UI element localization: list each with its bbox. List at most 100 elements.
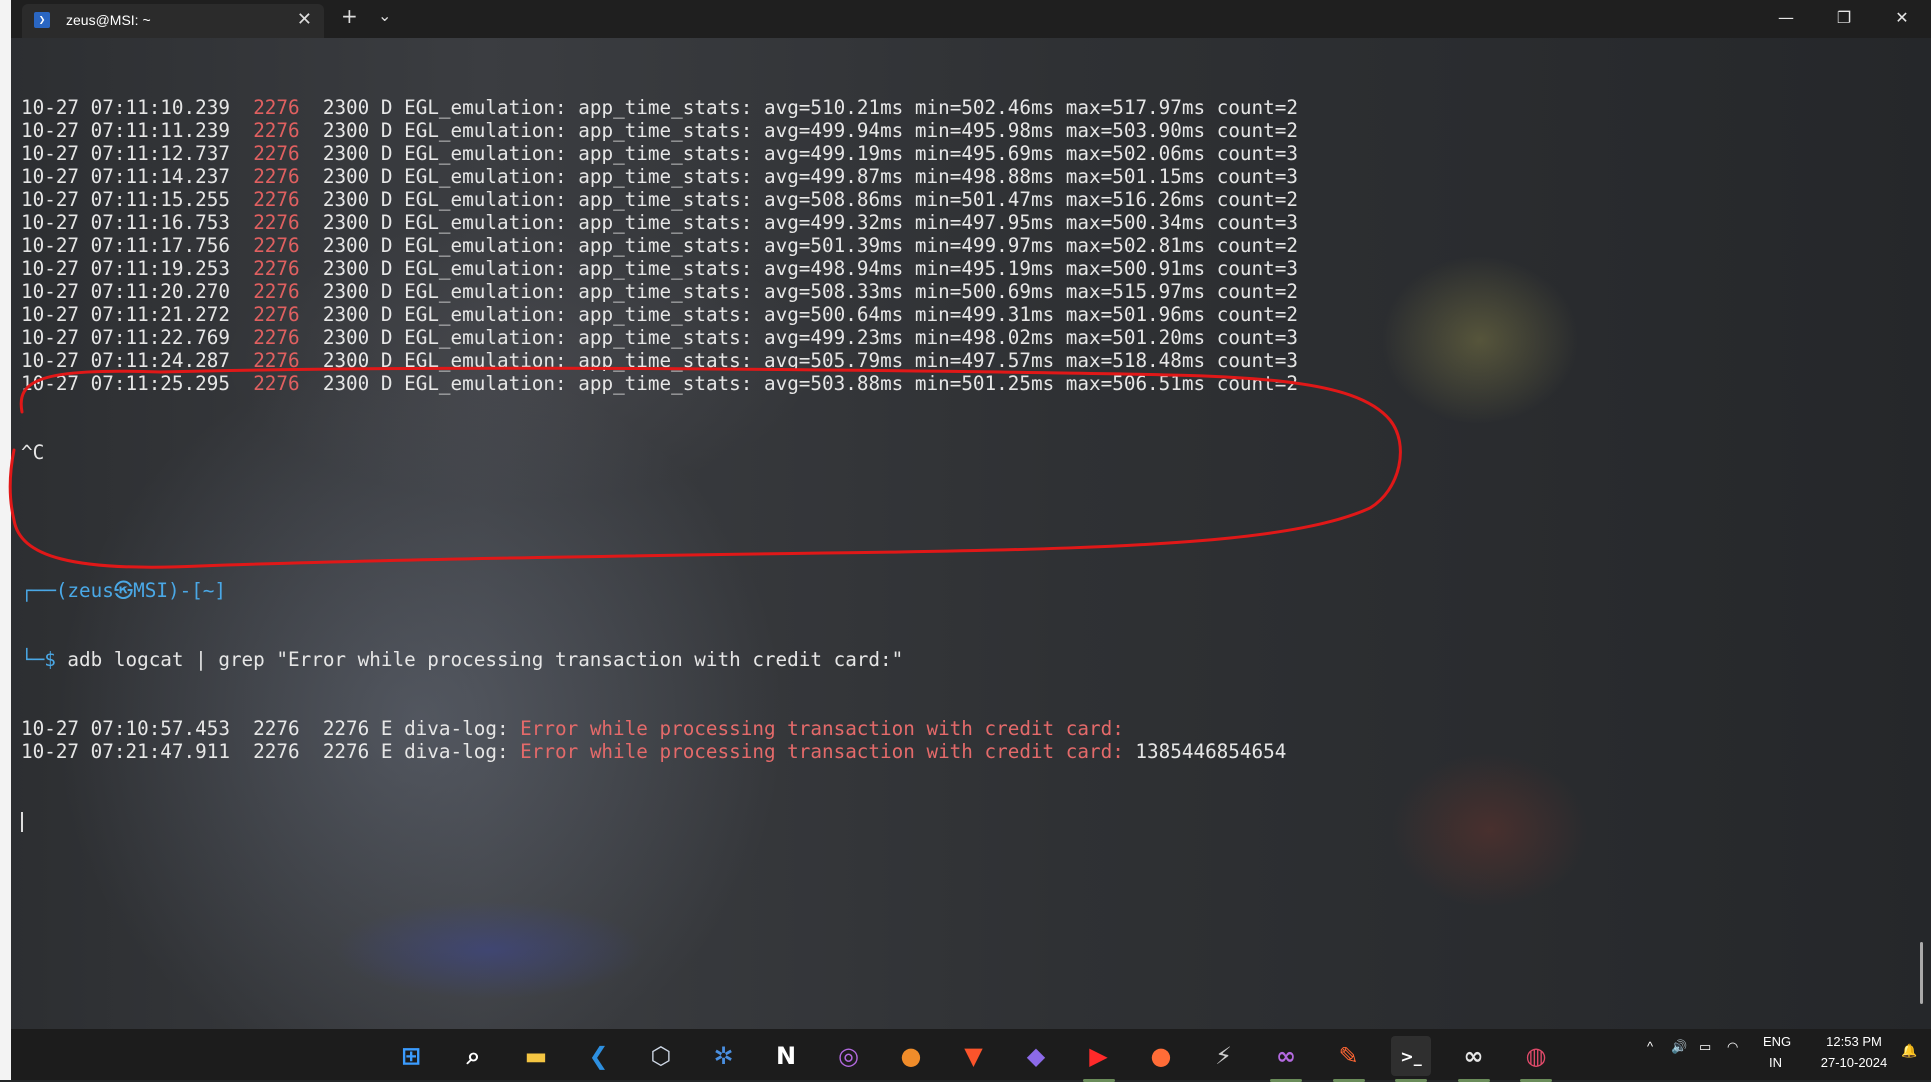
close-window-button[interactable]: ✕	[1879, 0, 1925, 38]
log-tag: EGL_emulation:	[404, 96, 567, 119]
log-time: 07:11:20.270	[90, 280, 230, 303]
log-level: D	[380, 280, 393, 303]
app-terminal2-icon[interactable]: ⚡	[1204, 1036, 1244, 1076]
credit-card-number: 1385446854654	[1123, 740, 1287, 763]
log-msg: app_time_stats: avg=499.23ms min=498.02m…	[578, 326, 1298, 349]
log-msg: app_time_stats: avg=499.19ms min=495.69m…	[578, 142, 1298, 165]
windows-start-icon[interactable]: ⊞	[391, 1036, 431, 1076]
log-line: 10-27 07:11:16.753 2276 2300 D EGL_emula…	[21, 211, 1298, 234]
log-msg: app_time_stats: avg=505.79ms min=497.57m…	[578, 349, 1298, 372]
burp-glyph: ✎	[1338, 1042, 1359, 1070]
app-purple-icon[interactable]: ◎	[829, 1036, 869, 1076]
log-date: 10-27	[21, 142, 80, 165]
terminal-output[interactable]: 10-27 07:11:10.239 2276 2300 D EGL_emula…	[21, 50, 1298, 855]
language-indicator[interactable]: ENG IN	[1763, 1034, 1791, 1070]
log-pid: 2276	[253, 280, 300, 303]
log-time: 07:11:15.255	[90, 188, 230, 211]
terminal-icon[interactable]: >_	[1391, 1036, 1431, 1082]
clock[interactable]: 12:53 PM 27-10-2024	[1814, 1034, 1894, 1070]
postman-icon[interactable]: ●	[1141, 1036, 1181, 1076]
log-tag: EGL_emulation:	[404, 119, 567, 142]
wifi-icon[interactable]: ◠	[1727, 1039, 1738, 1055]
log-msg: app_time_stats: avg=498.94ms min=495.19m…	[578, 257, 1298, 280]
file-explorer-icon[interactable]: ▬	[516, 1036, 556, 1076]
language-code: ENG	[1763, 1034, 1792, 1049]
log-level: D	[380, 303, 393, 326]
youtube-icon[interactable]: ▶	[1079, 1036, 1119, 1082]
vscode-icon[interactable]: ❮	[579, 1036, 619, 1076]
log-line: 10-27 07:11:24.287 2276 2300 D EGL_emula…	[21, 349, 1298, 372]
search-glyph: ⌕	[466, 1042, 481, 1070]
grep-prefix: 10-27 07:21:47.911 2276 2276 E diva-log:	[21, 740, 521, 763]
log-time: 07:11:10.239	[90, 96, 230, 119]
log-time: 07:11:14.237	[90, 165, 230, 188]
app-mask-icon[interactable]: ∞	[1454, 1036, 1494, 1082]
app-mask-glyph: ∞	[1463, 1042, 1484, 1070]
log-tag: EGL_emulation:	[404, 188, 567, 211]
log-line: 10-27 07:11:12.737 2276 2300 D EGL_emula…	[21, 142, 1298, 165]
log-date: 10-27	[21, 119, 80, 142]
notion-glyph: N	[775, 1042, 797, 1070]
minimize-button[interactable]: —	[1763, 0, 1809, 38]
tray-chevron-icon[interactable]: ^	[1647, 1039, 1653, 1054]
tab-dropdown-button[interactable]: ⌄	[378, 6, 391, 25]
log-tid: 2300	[322, 96, 370, 119]
log-tid: 2300	[322, 188, 370, 211]
windows-start-glyph: ⊞	[400, 1042, 422, 1070]
new-tab-button[interactable]: +	[341, 4, 358, 28]
log-time: 07:11:24.287	[90, 349, 230, 372]
log-date: 10-27	[21, 349, 80, 372]
brave-icon[interactable]: ▼	[954, 1036, 994, 1076]
virtualbox-icon[interactable]: ⬡	[641, 1036, 681, 1076]
log-time: 07:11:21.272	[90, 303, 230, 326]
scrollbar-thumb[interactable]	[1920, 942, 1923, 1004]
log-pid: 2276	[253, 257, 300, 280]
log-line: 10-27 07:11:10.239 2276 2300 D EGL_emula…	[21, 96, 1298, 119]
log-time: 07:11:16.753	[90, 211, 230, 234]
log-level: D	[380, 326, 393, 349]
log-tid: 2300	[322, 234, 370, 257]
app-terminal2-glyph: ⚡	[1215, 1042, 1232, 1070]
log-tag: EGL_emulation:	[404, 349, 567, 372]
burp-icon[interactable]: ✎	[1329, 1036, 1369, 1082]
brave-glyph: ▼	[964, 1042, 983, 1070]
log-tid: 2300	[322, 211, 370, 234]
log-date: 10-27	[21, 96, 80, 119]
volume-icon[interactable]: 🔊	[1671, 1039, 1687, 1055]
search-icon[interactable]: ⌕	[454, 1036, 494, 1076]
taskbar: ⊞ ⌕ ▬ ❮ ⬡ ✲ N ◎ ● ▼ ◆ ▶ ● ⚡ ∞ ✎ >_ ∞ ◍ ^ 🔊 ▭ ◠ ENG IN 12:5…	[11, 1029, 1931, 1082]
notification-bell-icon[interactable]: 🔔	[1901, 1043, 1917, 1059]
tab-title: zeus@MSI: ~	[66, 12, 151, 28]
app-bug-icon[interactable]: ✲	[704, 1036, 744, 1076]
postman-glyph: ●	[1150, 1042, 1172, 1070]
log-level: D	[380, 188, 393, 211]
log-time: 07:11:17.756	[90, 234, 230, 257]
grep-result-line: 10-27 07:21:47.911 2276 2276 E diva-log:…	[21, 740, 1298, 763]
log-line: 10-27 07:11:22.769 2276 2300 D EGL_emula…	[21, 326, 1298, 349]
window-left-edge	[0, 0, 11, 1080]
log-date: 10-27	[21, 280, 80, 303]
log-msg: app_time_stats: avg=508.33ms min=500.69m…	[578, 280, 1298, 303]
log-time: 07:11:11.239	[90, 119, 230, 142]
notion-icon[interactable]: N	[766, 1036, 806, 1076]
terminal-tab[interactable]: ❯ zeus@MSI: ~ ✕	[22, 4, 324, 38]
powershell-icon: ❯	[34, 12, 50, 28]
log-date: 10-27	[21, 303, 80, 326]
fl-studio-icon[interactable]: ●	[891, 1036, 931, 1076]
app-chrome-dev-icon[interactable]: ◍	[1516, 1036, 1556, 1082]
log-level: D	[380, 372, 393, 395]
log-date: 10-27	[21, 188, 80, 211]
log-pid: 2276	[253, 326, 300, 349]
obsidian-glyph: ◆	[1026, 1042, 1046, 1070]
close-tab-icon[interactable]: ✕	[297, 9, 312, 30]
log-pid: 2276	[253, 119, 300, 142]
app-infinity-icon[interactable]: ∞	[1266, 1036, 1306, 1082]
restore-button[interactable]: ❐	[1821, 0, 1867, 38]
battery-icon[interactable]: ▭	[1699, 1039, 1711, 1055]
log-time: 07:11:25.295	[90, 372, 230, 395]
obsidian-icon[interactable]: ◆	[1016, 1036, 1056, 1076]
vscode-glyph: ❮	[588, 1042, 609, 1070]
log-level: D	[380, 142, 393, 165]
grep-error-text: Error while processing transaction with …	[520, 740, 1124, 763]
cursor-line[interactable]	[21, 809, 1298, 832]
